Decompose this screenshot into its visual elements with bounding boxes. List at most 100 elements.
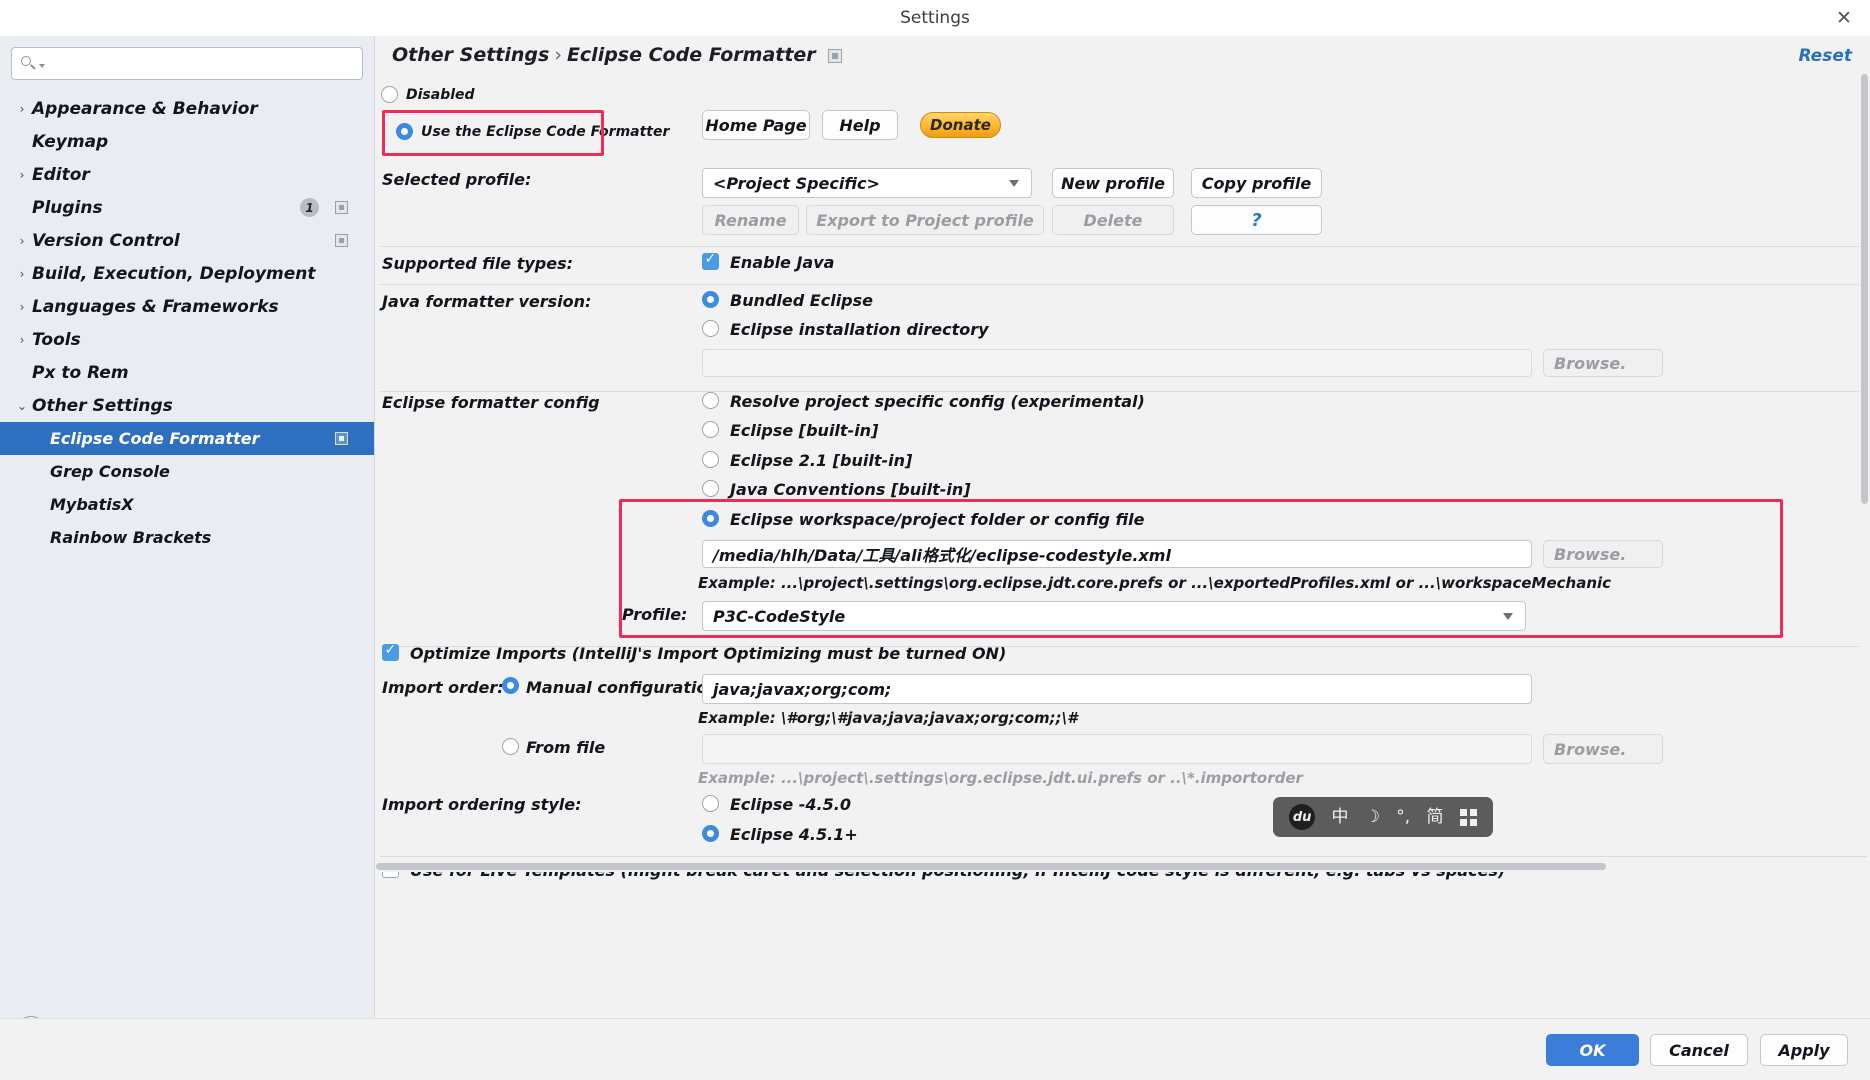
radio-eclipse-451-plus[interactable]	[702, 825, 719, 842]
eclipse-config-path-input[interactable]: /media/hlh/Data/工具/ali格式化/eclipse-codest…	[702, 540, 1532, 568]
label-eclipse-workspace-config-file: Eclipse workspace/project folder or conf…	[730, 510, 1145, 529]
radio-use-eclipse-formatter[interactable]	[396, 123, 413, 140]
chevron-down-icon	[1009, 180, 1019, 187]
copy-profile-button[interactable]: Copy profile	[1191, 168, 1322, 198]
import-order-file-example-text: Example: ...\project\.settings\org.eclip…	[698, 769, 1303, 787]
label-optimize-imports: Optimize Imports (IntelliJ's Import Opti…	[410, 644, 1007, 663]
sidebar-item-tools[interactable]: › Tools	[0, 323, 374, 356]
sidebar-item-build-execution-deployment[interactable]: › Build, Execution, Deployment	[0, 257, 374, 290]
radio-eclipse-21-built-in[interactable]	[702, 451, 719, 468]
search-box[interactable]	[11, 47, 363, 80]
sidebar-item-badge: 1	[300, 198, 319, 217]
radio-disabled[interactable]	[381, 86, 398, 103]
horizontal-scrollbar-thumb[interactable]	[376, 863, 1606, 870]
donate-button[interactable]: Donate	[920, 112, 1001, 138]
ime-punctuation-button[interactable]: °,	[1396, 808, 1410, 826]
supported-file-types-label: Supported file types:	[382, 254, 574, 273]
ime-chinese-mode-button[interactable]: 中	[1331, 808, 1348, 826]
chevron-down-icon	[1503, 613, 1513, 620]
import-order-input[interactable]: java;javax;org;com;	[702, 674, 1532, 704]
eclipse-install-dir-input[interactable]	[702, 349, 1532, 377]
horizontal-scrollbar[interactable]	[376, 861, 1859, 872]
sidebar-item-grep-console[interactable]: Grep Console	[0, 455, 374, 488]
export-to-project-profile-button[interactable]: Export to Project profile	[806, 205, 1044, 235]
apply-button[interactable]: Apply	[1760, 1034, 1848, 1066]
breadcrumb-current: Eclipse Code Formatter	[566, 44, 816, 66]
label-eclipse-installation-directory: Eclipse installation directory	[730, 320, 989, 339]
sidebar-item-label: Eclipse Code Formatter	[50, 429, 260, 448]
vertical-scrollbar[interactable]	[1859, 74, 1870, 854]
sidebar-item-label: Keymap	[32, 131, 109, 152]
checkbox-optimize-imports[interactable]	[382, 642, 399, 661]
settings-square-icon[interactable]	[335, 201, 348, 214]
eclipse-config-example-text: Example: ...\project\.settings\org.eclip…	[698, 574, 1612, 592]
settings-square-icon[interactable]	[827, 49, 842, 63]
search-input[interactable]	[45, 53, 354, 74]
settings-content: Other Settings › Eclipse Code Formatter Re…	[376, 36, 1870, 1080]
radio-eclipse-installation-directory[interactable]	[702, 320, 719, 337]
eclipse-config-path-value: /media/hlh/Data/工具/ali格式化/eclipse-codest…	[713, 546, 1171, 565]
radio-eclipse-workspace-config-file[interactable]	[702, 510, 719, 527]
sidebar-item-appearance-behavior[interactable]: › Appearance & Behavior	[0, 92, 374, 125]
sidebar-item-mybatisx[interactable]: MybatisX	[0, 488, 374, 521]
import-order-file-input[interactable]	[702, 734, 1532, 764]
cancel-button[interactable]: Cancel	[1650, 1034, 1748, 1066]
radio-bundled-eclipse[interactable]	[702, 291, 719, 308]
ime-moon-icon[interactable]: ☽	[1365, 808, 1380, 826]
sidebar-item-label: Languages & Frameworks	[32, 296, 279, 317]
checkbox-enable-java[interactable]	[702, 251, 719, 270]
close-icon[interactable]: ✕	[1832, 6, 1856, 30]
sidebar-item-eclipse-code-formatter[interactable]: Eclipse Code Formatter	[0, 422, 374, 455]
ime-logo-icon[interactable]: du	[1289, 804, 1316, 830]
sidebar-item-editor[interactable]: › Editor	[0, 158, 374, 191]
radio-eclipse-450[interactable]	[702, 795, 719, 812]
sidebar-item-other-settings[interactable]: ⌄ Other Settings	[0, 389, 374, 422]
help-link-button[interactable]: Help	[822, 110, 898, 140]
new-profile-button[interactable]: New profile	[1052, 168, 1174, 198]
sidebar-item-languages-frameworks[interactable]: › Languages & Frameworks	[0, 290, 374, 323]
sidebar-item-px-to-rem[interactable]: Px to Rem	[0, 356, 374, 389]
settings-dialog: Settings ✕ › Appearance & Behavior Keymap ›…	[0, 0, 1870, 1080]
ok-button[interactable]: OK	[1546, 1034, 1639, 1066]
config-profile-select[interactable]: P3C-CodeStyle	[702, 601, 1526, 631]
settings-sidebar: › Appearance & Behavior Keymap › Editor Plugi…	[0, 36, 375, 1080]
sidebar-item-label: Tools	[32, 329, 81, 350]
browse-install-dir-button[interactable]: Browse.	[1543, 349, 1663, 377]
breadcrumb-parent[interactable]: Other Settings	[392, 44, 549, 66]
delete-profile-button[interactable]: Delete	[1052, 205, 1174, 235]
settings-square-icon[interactable]	[335, 432, 348, 445]
profile-select[interactable]: <Project Specific>	[702, 168, 1032, 198]
label-resolve-project-specific-config: Resolve project specific config (experim…	[730, 392, 1145, 411]
profile-help-button[interactable]: ?	[1191, 205, 1322, 235]
radio-java-conventions-built-in[interactable]	[702, 480, 719, 497]
radio-import-order-from-file[interactable]	[502, 738, 519, 755]
ime-simplified-button[interactable]: 简	[1426, 808, 1443, 826]
radio-resolve-project-specific-config[interactable]	[702, 392, 719, 409]
import-ordering-style-label: Import ordering style:	[382, 795, 582, 814]
breadcrumb-separator: ›	[554, 44, 562, 66]
browse-import-order-file-button[interactable]: Browse.	[1543, 734, 1663, 764]
chevron-right-icon: ›	[19, 233, 25, 248]
sidebar-item-version-control[interactable]: › Version Control	[0, 224, 374, 257]
ime-toolbar: du 中 ☽ °, 简	[1273, 797, 1493, 837]
config-profile-value: P3C-CodeStyle	[713, 606, 846, 626]
radio-manual-configuration[interactable]	[502, 677, 519, 694]
sidebar-item-keymap[interactable]: Keymap	[0, 125, 374, 158]
keyboard-grid-icon[interactable]	[1459, 808, 1477, 826]
sidebar-item-plugins[interactable]: Plugins 1	[0, 191, 374, 224]
selected-profile-label: Selected profile:	[382, 170, 532, 189]
reset-link[interactable]: Reset	[1798, 46, 1852, 66]
radio-eclipse-built-in[interactable]	[702, 421, 719, 438]
divider	[380, 856, 1866, 857]
label-eclipse-451-plus: Eclipse 4.5.1+	[730, 825, 858, 844]
rename-profile-button[interactable]: Rename	[702, 205, 799, 235]
sidebar-item-rainbow-brackets[interactable]: Rainbow Brackets	[0, 521, 374, 554]
sidebar-item-label: Rainbow Brackets	[50, 528, 212, 547]
settings-tree: › Appearance & Behavior Keymap › Editor Plugi…	[0, 92, 374, 554]
vertical-scrollbar-thumb[interactable]	[1861, 74, 1868, 504]
browse-config-file-button[interactable]: Browse.	[1543, 540, 1663, 568]
home-page-button[interactable]: Home Page	[702, 110, 810, 140]
settings-square-icon[interactable]	[335, 234, 348, 247]
label-disabled: Disabled	[406, 87, 475, 103]
chevron-right-icon: ›	[19, 167, 25, 182]
